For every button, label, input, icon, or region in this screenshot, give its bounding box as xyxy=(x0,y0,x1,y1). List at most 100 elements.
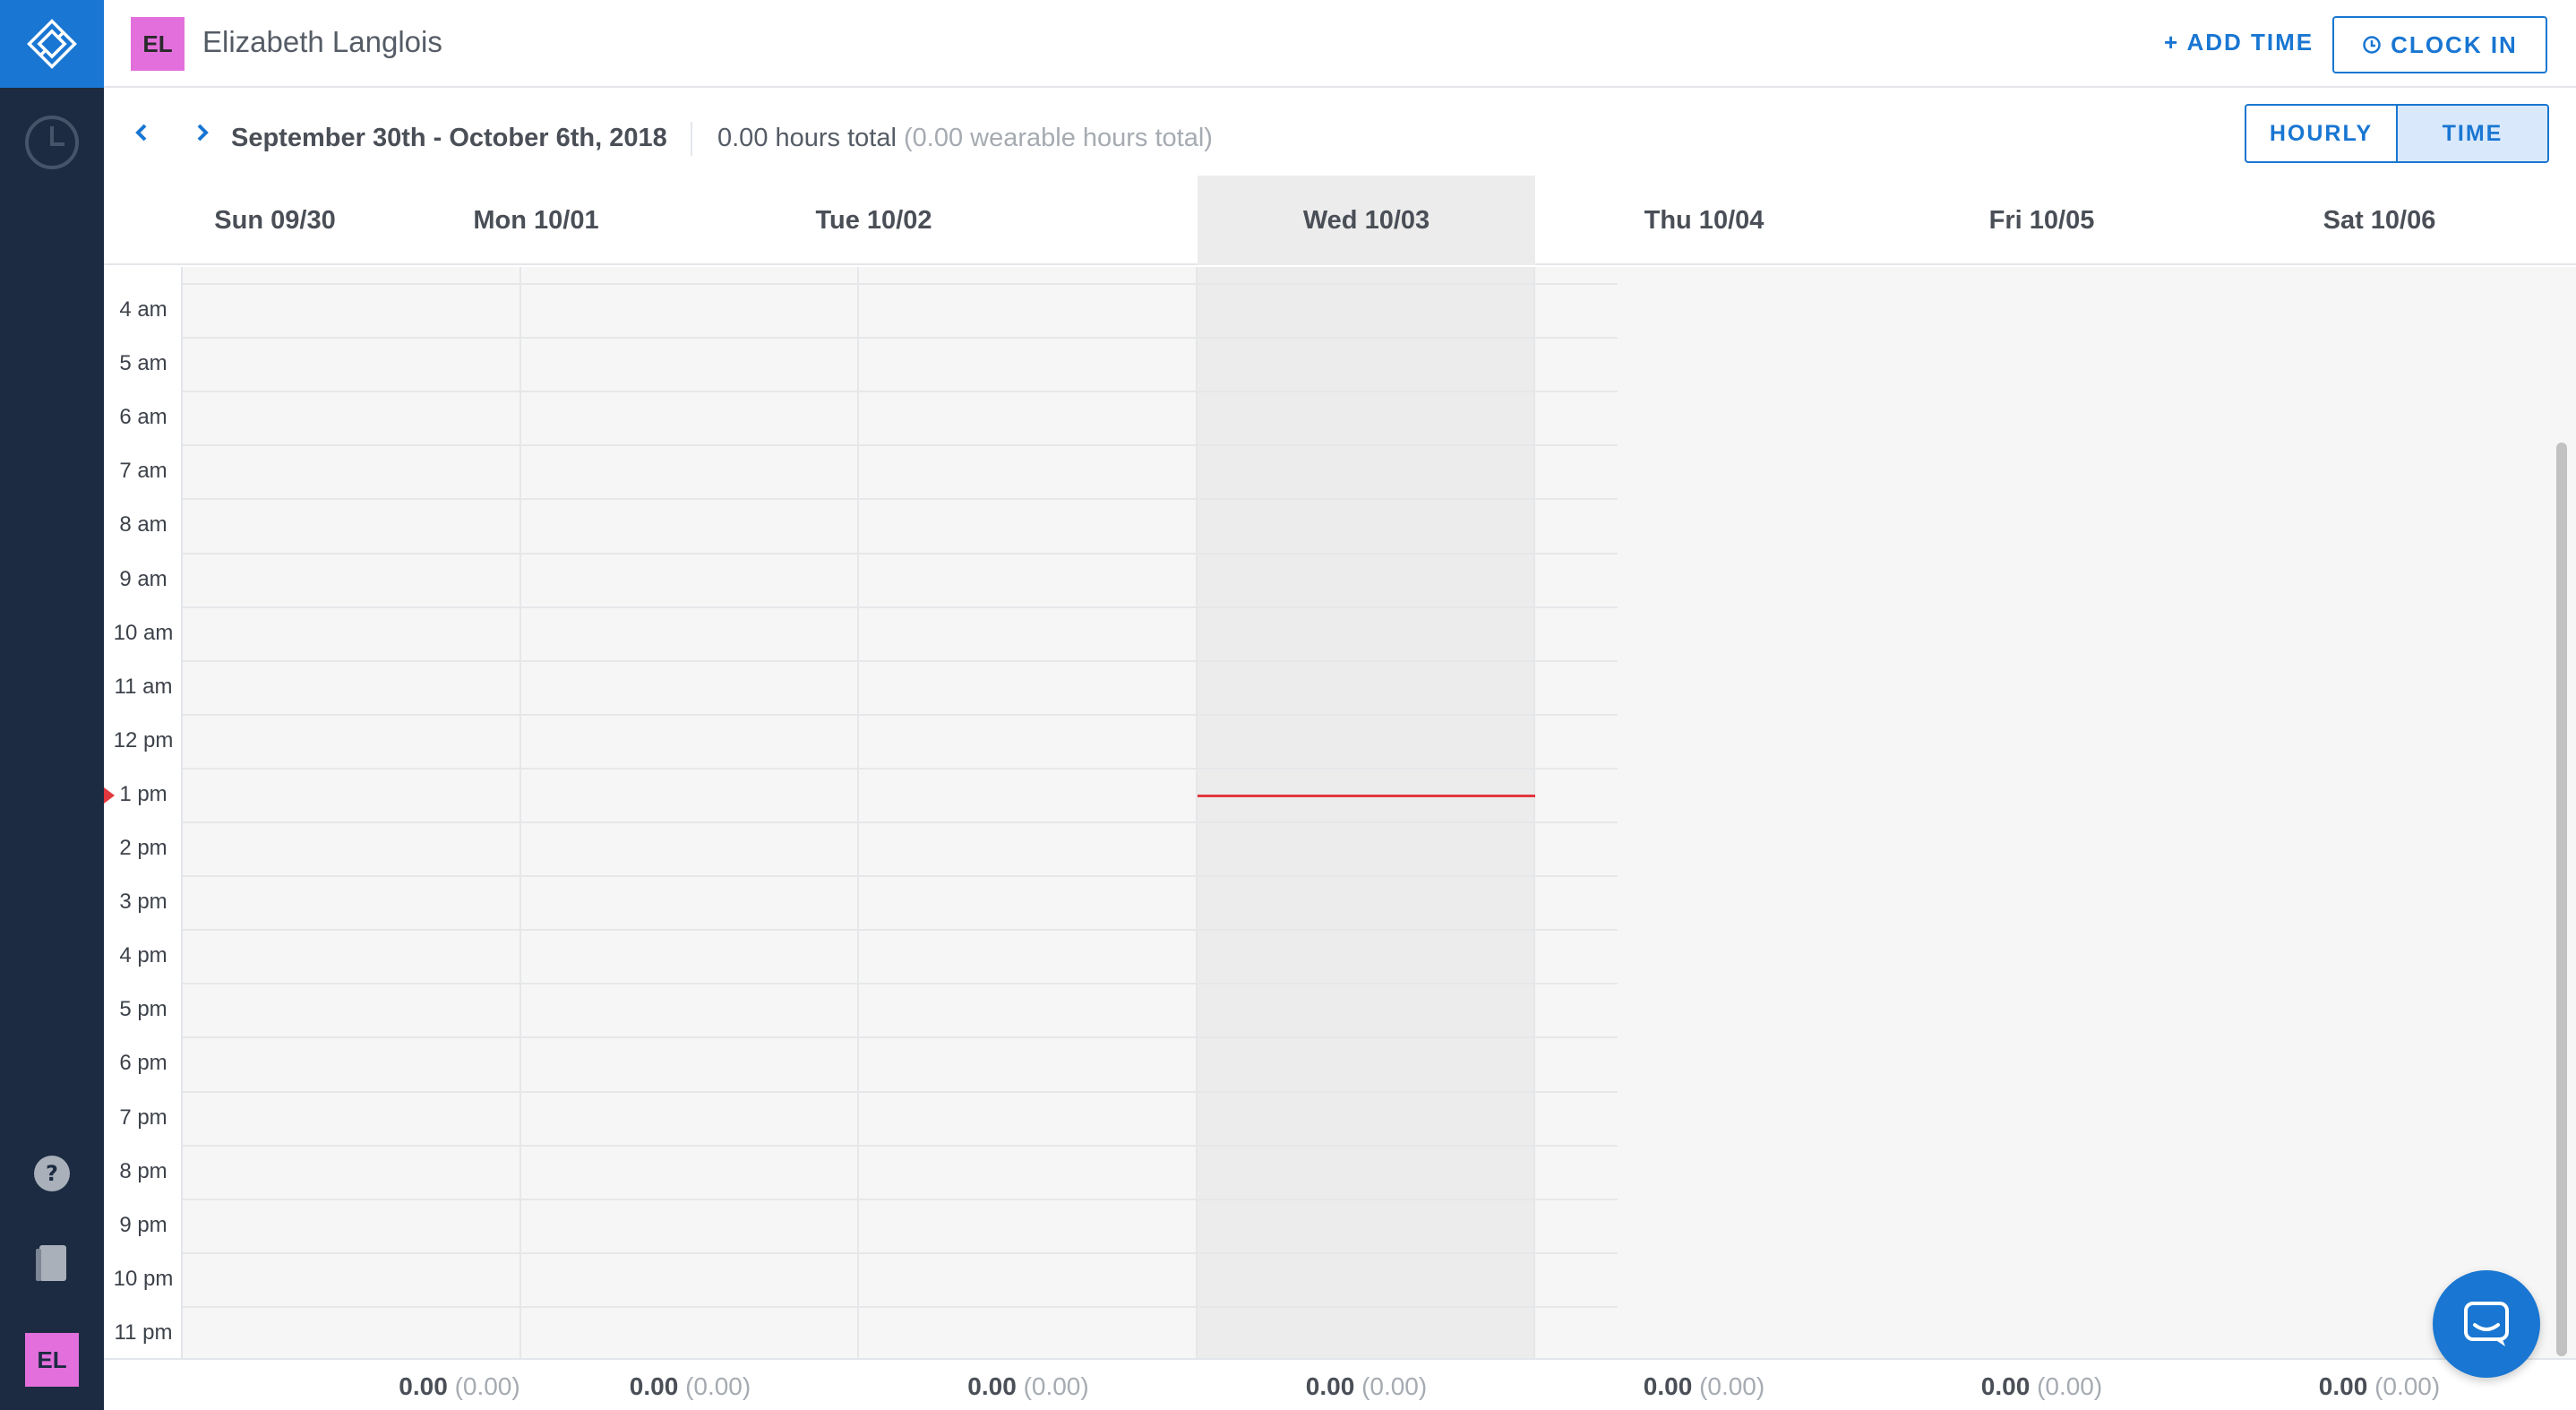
hour-line xyxy=(183,444,1618,447)
hour-label: 9 am xyxy=(119,566,167,591)
chevron-right-icon xyxy=(197,124,209,142)
day-header-row: Sun 09/30 Mon 10/01 Tue 10/02 Wed 10/03 … xyxy=(104,176,2576,265)
hour-line xyxy=(183,391,1618,393)
hour-line xyxy=(183,1198,1618,1200)
hour-label: 6 pm xyxy=(119,1051,167,1076)
hour-line xyxy=(183,875,1618,878)
hour-line xyxy=(183,983,1618,985)
total-value: 0.00 xyxy=(629,1372,679,1400)
hour-label: 11 pm xyxy=(114,1320,173,1345)
hour-label: 10 pm xyxy=(113,1266,174,1291)
add-time-button[interactable]: + ADD TIME xyxy=(2164,29,2314,56)
total-value: 0.00 xyxy=(1643,1372,1693,1400)
prev-week-button[interactable] xyxy=(125,116,158,149)
day-header-wed[interactable]: Wed 10/03 xyxy=(1198,176,1535,265)
hour-label: 4 am xyxy=(119,297,167,322)
svg-text:?: ? xyxy=(46,1161,58,1186)
current-time-line xyxy=(1198,795,1535,797)
hour-line xyxy=(183,821,1618,823)
time-grid: 4 am 5 am 6 am 7 am 8 am 9 am 10 am 11 am 12 pm 1… xyxy=(104,267,2576,1358)
hour-label: 8 am xyxy=(119,512,167,537)
wear-value: (0.00) xyxy=(454,1372,520,1400)
hour-line xyxy=(183,1251,1618,1254)
hour-line xyxy=(183,606,1618,608)
wear-value: (0.00) xyxy=(2037,1372,2103,1400)
wear-value: (0.00) xyxy=(685,1372,751,1400)
total-fri: 0.00 (0.00) xyxy=(1873,1372,2211,1401)
hour-line xyxy=(183,498,1618,501)
total-mon: 0.00 (0.00) xyxy=(521,1372,859,1401)
hour-line xyxy=(183,929,1618,932)
hour-line xyxy=(183,767,1618,769)
hour-line xyxy=(183,1144,1618,1147)
hour-line xyxy=(183,283,1618,285)
clock-in-button[interactable]: CLOCK IN xyxy=(2332,16,2547,73)
hour-label: 7 pm xyxy=(119,1105,167,1130)
day-header-tue[interactable]: Tue 10/02 xyxy=(705,176,1043,265)
total-wed: 0.00 (0.00) xyxy=(1198,1372,1535,1401)
day-column-sun[interactable] xyxy=(183,267,521,1358)
next-week-button[interactable] xyxy=(186,116,219,149)
day-column-tue[interactable] xyxy=(859,267,1198,1358)
date-range: September 30th - October 6th, 2018 xyxy=(231,124,667,152)
wear-value: (0.00) xyxy=(2374,1372,2441,1400)
hour-label: 8 pm xyxy=(119,1158,167,1183)
hour-line xyxy=(183,713,1618,716)
divider xyxy=(691,122,692,156)
clock-icon[interactable] xyxy=(0,111,104,174)
hours-total: 0.00 hours total (0.00 wearable hours to… xyxy=(717,124,1213,153)
total-value: 0.00 xyxy=(967,1372,1017,1400)
chevron-left-icon xyxy=(135,124,147,142)
hourly-view-button[interactable]: HOURLY xyxy=(2246,106,2396,161)
hour-label: 5 pm xyxy=(119,997,167,1022)
day-header-sun[interactable]: Sun 09/30 xyxy=(183,176,367,265)
total-value: 0.00 xyxy=(399,1372,448,1400)
hour-line xyxy=(183,1305,1618,1308)
day-column-wed[interactable] xyxy=(1198,267,1535,1358)
hour-label: 9 pm xyxy=(119,1212,167,1237)
hour-line xyxy=(183,552,1618,555)
day-header-fri[interactable]: Fri 10/05 xyxy=(1873,176,2211,265)
day-column-mon[interactable] xyxy=(521,267,859,1358)
day-header-mon[interactable]: Mon 10/01 xyxy=(367,176,705,265)
week-toolbar: September 30th - October 6th, 2018 0.00 … xyxy=(104,90,2576,176)
top-header: EL Elizabeth Langlois + ADD TIME CLOCK I… xyxy=(104,0,2576,88)
hour-label: 1 pm xyxy=(119,781,167,806)
wear-value: (0.00) xyxy=(1023,1372,1089,1400)
sidebar: ? EL xyxy=(0,0,104,1410)
day-header-thu[interactable]: Thu 10/04 xyxy=(1535,176,1873,265)
hour-gutter: 4 am 5 am 6 am 7 am 8 am 9 am 10 am 11 am 12 pm 1… xyxy=(104,267,183,1358)
chat-button[interactable] xyxy=(2433,1270,2540,1378)
user-avatar[interactable]: EL xyxy=(131,17,185,71)
sidebar-avatar-initials: EL xyxy=(25,1333,79,1387)
time-view-button[interactable]: TIME xyxy=(2396,106,2547,161)
hour-label: 10 am xyxy=(113,620,174,645)
day-header-sat[interactable]: Sat 10/06 xyxy=(2211,176,2548,265)
wear-value: (0.00) xyxy=(1699,1372,1765,1400)
help-icon[interactable]: ? xyxy=(0,1147,104,1200)
hour-line xyxy=(183,1090,1618,1093)
app-root: ? EL EL Elizabeth Langlois + ADD TIME CL… xyxy=(0,0,2576,1410)
wearable-total-value: (0.00 wearable hours total) xyxy=(903,124,1213,152)
hour-label: 2 pm xyxy=(119,836,167,860)
view-toggle: HOURLY TIME xyxy=(2245,104,2549,163)
hour-label: 4 pm xyxy=(119,943,167,968)
wear-value: (0.00) xyxy=(1361,1372,1428,1400)
chat-icon xyxy=(2464,1302,2509,1346)
daily-totals-row: 0.00 (0.00) 0.00 (0.00) 0.00 (0.00) 0.00… xyxy=(104,1358,2576,1410)
total-sat: 0.00 (0.00) xyxy=(2211,1372,2548,1401)
clock-small-icon xyxy=(2363,36,2381,54)
total-value: 0.00 xyxy=(1305,1372,1355,1400)
sidebar-avatar[interactable]: EL xyxy=(0,1331,104,1389)
book-icon[interactable] xyxy=(0,1236,104,1290)
hour-line xyxy=(183,1036,1618,1039)
vertical-scrollbar[interactable] xyxy=(2556,443,2567,1356)
hour-label: 7 am xyxy=(119,459,167,484)
hour-label: 6 am xyxy=(119,405,167,430)
user-name: Elizabeth Langlois xyxy=(202,25,442,58)
logo-icon[interactable] xyxy=(0,0,104,88)
hour-line xyxy=(183,337,1618,340)
total-value: 0.00 xyxy=(2318,1372,2368,1400)
hour-label: 11 am xyxy=(114,674,173,699)
hour-label: 5 am xyxy=(119,351,167,376)
